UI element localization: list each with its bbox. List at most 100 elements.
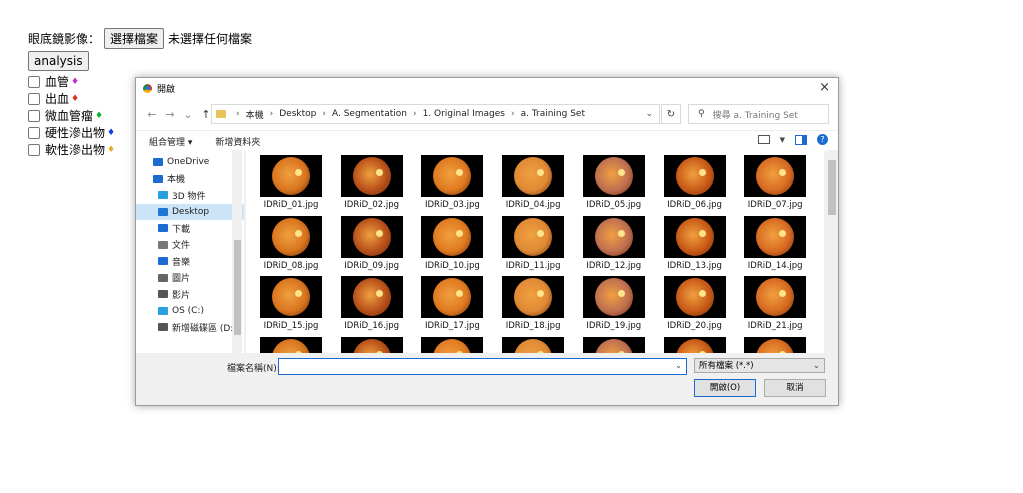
file-item[interactable]: IDRiD_02.jpg <box>337 150 407 210</box>
view-menu-chevron-icon[interactable]: ▼ <box>780 136 785 144</box>
checkbox[interactable] <box>28 75 40 88</box>
checkbox[interactable] <box>28 126 40 139</box>
nav-item[interactable]: 文件 <box>136 237 244 254</box>
checkbox[interactable] <box>28 92 40 105</box>
nav-item[interactable]: 圖片 <box>136 270 244 287</box>
file-item[interactable]: IDRiD_08.jpg <box>256 211 326 271</box>
breadcrumb-item[interactable]: A. Segmentation <box>332 109 407 119</box>
file-input-label: 眼底鏡影像： <box>28 31 101 46</box>
fundus-image <box>433 157 472 195</box>
nav-item[interactable]: OneDrive <box>136 154 244 171</box>
refresh-icon[interactable]: ↻ <box>661 104 681 124</box>
nav-item[interactable]: 3D 物件 <box>136 187 244 204</box>
file-item[interactable] <box>498 332 568 353</box>
file-item[interactable]: IDRiD_01.jpg <box>256 150 326 210</box>
image-thumbnail <box>502 336 565 353</box>
image-thumbnail <box>582 215 645 258</box>
nav-item[interactable]: 音樂 <box>136 253 244 270</box>
file-grid-scrollbar-thumb[interactable] <box>828 160 836 215</box>
dialog-toolbar: 組合管理 ▾ 新增資料夾 ▼ ? <box>136 130 838 151</box>
nav-item[interactable]: 下載 <box>136 220 244 237</box>
3d-objects-icon <box>158 191 168 200</box>
chevron-down-icon: ⌄ <box>812 361 820 371</box>
cloud-icon <box>153 158 163 167</box>
chevron-down-icon[interactable]: ⌄ <box>675 361 682 370</box>
forward-icon[interactable]: → <box>161 108 179 121</box>
file-item[interactable]: IDRiD_14.jpg <box>740 211 810 271</box>
checkbox[interactable] <box>28 109 40 122</box>
breadcrumb-item[interactable]: a. Training Set <box>521 109 585 119</box>
new-folder-button[interactable]: 新增資料夾 <box>215 135 260 148</box>
breadcrumb-item[interactable]: 1. Original Images <box>423 109 505 119</box>
file-item[interactable]: IDRiD_18.jpg <box>498 271 568 331</box>
file-name: IDRiD_17.jpg <box>424 321 480 331</box>
file-item[interactable]: IDRiD_13.jpg <box>660 211 730 271</box>
chevron-down-icon[interactable]: ⌄ <box>645 109 653 119</box>
file-item[interactable]: IDRiD_06.jpg <box>660 150 730 210</box>
back-icon[interactable]: ← <box>143 108 161 121</box>
file-name: IDRiD_19.jpg <box>586 321 642 331</box>
nav-item[interactable]: OS (C:) <box>136 303 244 320</box>
computer-icon <box>153 174 163 183</box>
file-item[interactable]: IDRiD_07.jpg <box>740 150 810 210</box>
nav-item[interactable]: 影片 <box>136 286 244 303</box>
analysis-button[interactable]: analysis <box>28 51 89 71</box>
nav-item[interactable]: 新增磁碟區 (D:) <box>136 319 244 336</box>
close-icon[interactable]: × <box>819 80 830 95</box>
help-icon[interactable]: ? <box>817 134 828 145</box>
open-button[interactable]: 開啟(O) <box>694 379 756 397</box>
choose-file-button[interactable]: 選擇檔案 <box>104 27 165 49</box>
recent-locations-icon[interactable]: ⌄ <box>179 108 197 121</box>
file-item[interactable]: IDRiD_20.jpg <box>660 271 730 331</box>
file-item[interactable]: IDRiD_05.jpg <box>579 150 649 210</box>
file-item[interactable]: IDRiD_21.jpg <box>740 271 810 331</box>
fundus-image <box>756 217 795 256</box>
lesion-option-label: 硬性滲出物 <box>45 126 106 140</box>
file-item[interactable]: IDRiD_09.jpg <box>337 211 407 271</box>
file-name-input[interactable]: ⌄ <box>278 358 687 375</box>
file-item[interactable] <box>337 332 407 353</box>
file-item[interactable]: IDRiD_03.jpg <box>417 150 487 210</box>
file-item[interactable]: IDRiD_11.jpg <box>498 211 568 271</box>
file-item[interactable]: IDRiD_10.jpg <box>417 211 487 271</box>
download-icon <box>158 224 168 233</box>
organize-menu[interactable]: 組合管理 ▾ <box>149 135 192 148</box>
file-item[interactable]: IDRiD_04.jpg <box>498 150 568 210</box>
file-item[interactable]: IDRiD_15.jpg <box>256 271 326 331</box>
search-input[interactable]: ⚲ 搜尋 a. Training Set <box>688 104 829 124</box>
image-thumbnail <box>260 215 322 258</box>
file-item[interactable]: IDRiD_17.jpg <box>417 271 487 331</box>
image-thumbnail <box>340 276 403 318</box>
fundus-image <box>272 278 310 316</box>
file-item[interactable] <box>740 332 810 353</box>
change-view-icon[interactable] <box>757 135 770 144</box>
file-item[interactable] <box>417 332 487 353</box>
dialog-title: 開啟 <box>157 84 176 95</box>
lesion-option-label: 出血 <box>45 92 70 106</box>
fundus-image <box>272 338 310 353</box>
file-item[interactable]: IDRiD_12.jpg <box>579 211 649 271</box>
file-item[interactable] <box>660 332 730 353</box>
breadcrumb-item[interactable]: Desktop <box>279 109 316 119</box>
image-thumbnail <box>744 336 807 353</box>
cancel-button[interactable]: 取消 <box>764 379 826 397</box>
checkbox[interactable] <box>28 143 40 156</box>
search-icon: ⚲ <box>698 109 705 119</box>
image-thumbnail <box>582 155 645 197</box>
nav-item[interactable]: Desktop <box>136 203 244 220</box>
file-item[interactable] <box>256 332 326 353</box>
file-item[interactable] <box>579 332 649 353</box>
fundus-image <box>514 338 553 353</box>
preview-pane-icon[interactable] <box>795 134 807 145</box>
file-item[interactable]: IDRiD_16.jpg <box>337 271 407 331</box>
nav-scrollbar-thumb[interactable] <box>234 240 241 335</box>
file-name: IDRiD_03.jpg <box>424 200 480 210</box>
nav-item[interactable]: 本機 <box>136 171 244 188</box>
breadcrumb-item[interactable]: 本機 <box>246 108 264 121</box>
fundus-image <box>675 278 714 316</box>
breadcrumb[interactable]: › 本機 › Desktop › A. Segmentation › 1. Original … <box>211 104 660 124</box>
file-name: IDRiD_15.jpg <box>263 321 319 331</box>
file-item[interactable]: IDRiD_19.jpg <box>579 271 649 331</box>
image-thumbnail <box>340 155 403 197</box>
file-type-select[interactable]: 所有檔案 (*.*) ⌄ <box>694 358 825 373</box>
